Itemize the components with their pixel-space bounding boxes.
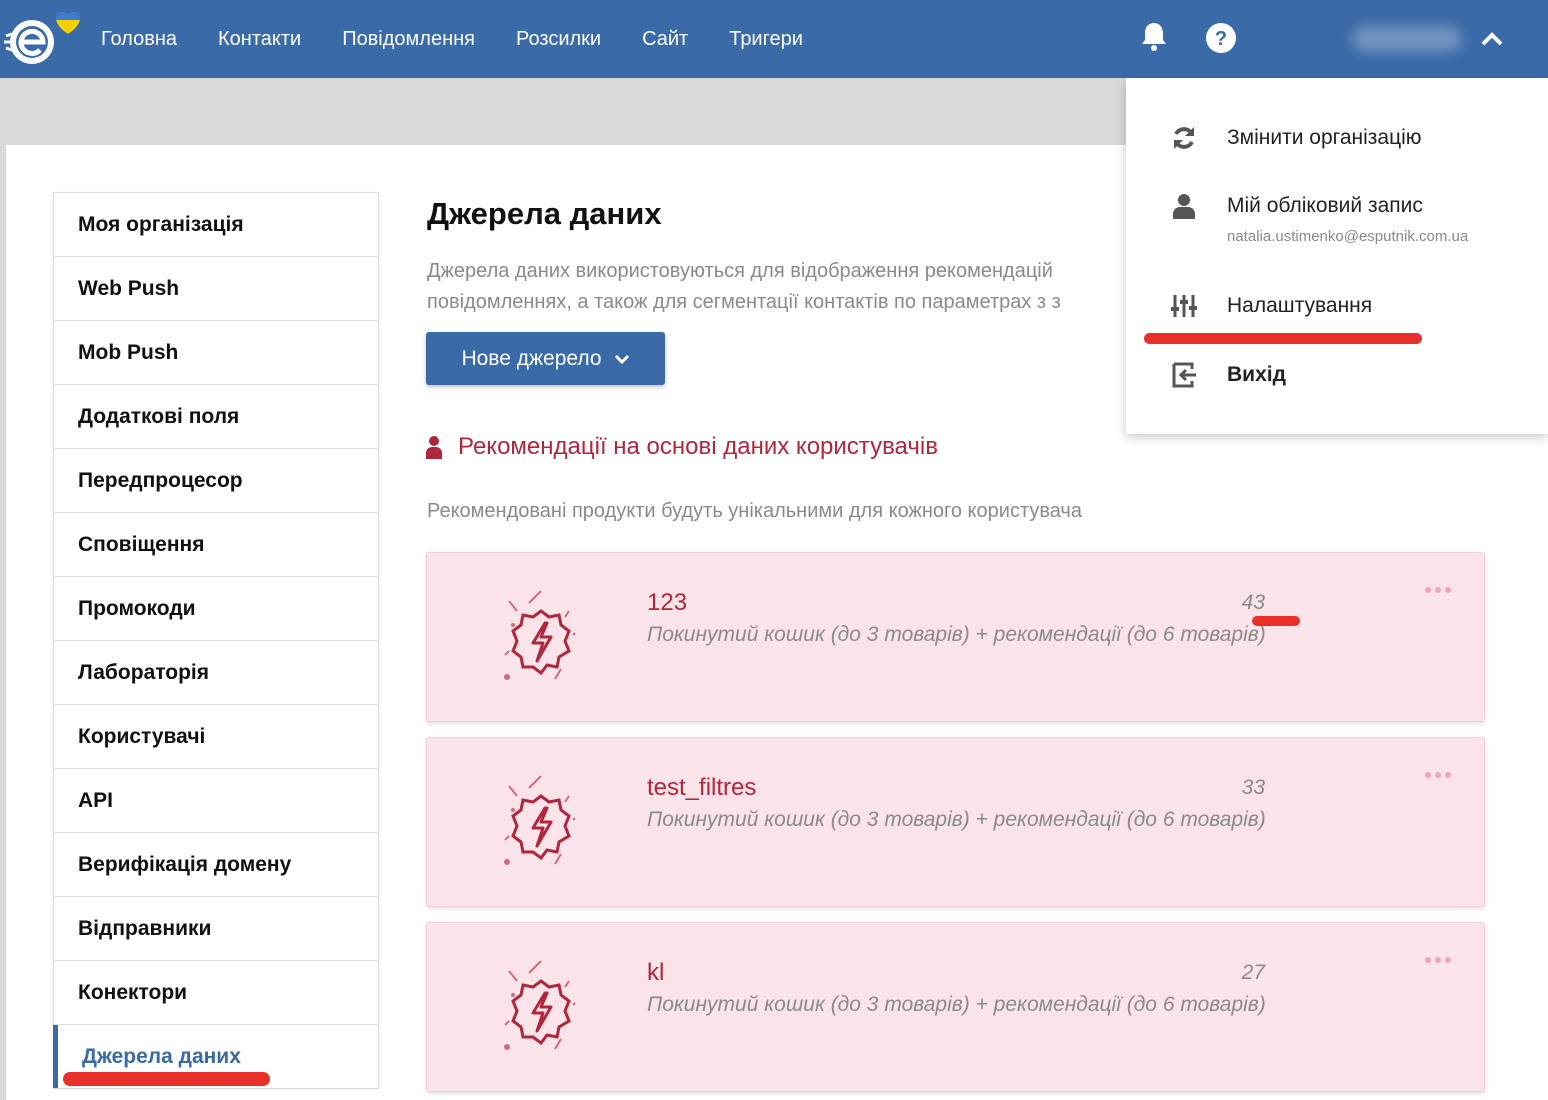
esputnik-logo[interactable] (4, 6, 80, 66)
sidebar-item-laboratory[interactable]: Лабораторія (54, 641, 378, 705)
bell-icon[interactable] (1139, 20, 1169, 52)
sidebar-item-additional-fields[interactable]: Додаткові поля (54, 385, 378, 449)
annotation-underline-sidebar (63, 1072, 270, 1086)
sidebar-item-users[interactable]: Користувачі (54, 705, 378, 769)
source-description: Покинутий кошик (до 3 товарів) + рекомен… (647, 623, 1266, 646)
lightning-badge-icon (504, 960, 576, 1050)
settings-sidebar: Моя організація Web Push Mob Push Додатк… (53, 192, 379, 1089)
main-nav: Головна Контакти Повідомлення Розсилки С… (101, 0, 844, 78)
menu-item-settings[interactable]: Налаштування (1126, 276, 1548, 336)
section-header: Рекомендації на основі даних користувачі… (426, 433, 938, 461)
annotation-underline-count (1252, 616, 1300, 626)
data-source-card[interactable]: test_filtres 33 Покинутий кошик (до 3 то… (426, 737, 1485, 907)
section-subtitle: Рекомендовані продукти будуть унікальним… (427, 500, 1082, 522)
sidebar-item-web-push[interactable]: Web Push (54, 257, 378, 321)
more-icon[interactable] (1424, 770, 1452, 780)
source-name[interactable]: 123 (647, 589, 687, 617)
menu-item-logout[interactable]: Вихід (1126, 345, 1548, 405)
more-icon[interactable] (1424, 955, 1452, 965)
logout-icon (1172, 362, 1196, 388)
source-description: Покинутий кошик (до 3 товарів) + рекомен… (647, 808, 1266, 831)
source-name[interactable]: test_filtres (647, 774, 756, 802)
source-name[interactable]: kl (647, 959, 664, 987)
chevron-down-icon (614, 354, 629, 364)
source-count: 33 (1241, 776, 1265, 799)
more-icon[interactable] (1424, 585, 1452, 595)
lightning-badge-icon (504, 590, 576, 680)
sidebar-item-my-organization[interactable]: Моя організація (54, 193, 378, 257)
menu-item-label: Вихід (1227, 363, 1286, 386)
data-source-card[interactable]: kl 27 Покинутий кошик (до 3 товарів) + р… (426, 922, 1485, 1092)
sidebar-item-senders[interactable]: Відправники (54, 897, 378, 961)
page-description: Джерела даних використовуються для відоб… (427, 256, 1147, 318)
source-description: Покинутий кошик (до 3 товарів) + рекомен… (647, 993, 1266, 1016)
help-icon[interactable]: ? (1205, 22, 1237, 54)
chevron-up-icon[interactable] (1478, 26, 1506, 52)
nav-site[interactable]: Сайт (642, 28, 688, 51)
user-icon (1173, 194, 1195, 219)
section-title: Рекомендації на основі даних користувачі… (458, 433, 938, 460)
source-count: 43 (1241, 591, 1265, 614)
new-source-button[interactable]: Нове джерело (426, 332, 665, 385)
annotation-underline-settings (1144, 333, 1422, 344)
user-icon (426, 436, 442, 459)
nav-triggers[interactable]: Тригери (729, 28, 803, 51)
page-title: Джерела даних (427, 196, 662, 231)
menu-item-change-organization[interactable]: Змінити організацію (1126, 108, 1548, 168)
sidebar-item-preprocessor[interactable]: Передпроцесор (54, 449, 378, 513)
nav-messages[interactable]: Повідомлення (342, 28, 475, 51)
menu-item-label: Мій обліковий запис (1227, 194, 1423, 217)
new-source-button-label: Нове джерело (461, 346, 602, 370)
refresh-icon (1174, 127, 1194, 149)
sidebar-item-notifications[interactable]: Сповіщення (54, 513, 378, 577)
sidebar-item-connectors[interactable]: Конектори (54, 961, 378, 1025)
nav-campaigns[interactable]: Розсилки (516, 28, 601, 51)
menu-item-my-account[interactable]: Мій обліковий запис (1126, 176, 1548, 236)
sidebar-item-api[interactable]: API (54, 769, 378, 833)
top-navbar: Головна Контакти Повідомлення Розсилки С… (0, 0, 1548, 78)
lightning-badge-icon (504, 775, 576, 865)
sidebar-item-promocodes[interactable]: Промокоди (54, 577, 378, 641)
nav-contacts[interactable]: Контакти (218, 28, 301, 51)
sidebar-item-mob-push[interactable]: Mob Push (54, 321, 378, 385)
sidebar-item-domain-verification[interactable]: Верифікація домену (54, 833, 378, 897)
user-dropdown-menu: Змінити організацію Мій обліковий запис … (1126, 78, 1548, 434)
user-name[interactable] (1352, 26, 1462, 52)
data-source-card[interactable]: 123 43 Покинутий кошик (до 3 товарів) + … (426, 552, 1485, 722)
sliders-icon (1171, 295, 1197, 317)
menu-item-label: Налаштування (1227, 294, 1373, 317)
menu-item-label: Змінити організацію (1227, 126, 1422, 149)
svg-text:?: ? (1215, 28, 1227, 50)
source-count: 27 (1241, 961, 1265, 984)
page-description-line-1: Джерела даних використовуються для відоб… (427, 260, 1053, 282)
nav-home[interactable]: Головна (101, 28, 177, 51)
page-description-line-2: повідомленнях, а також для сегментації к… (427, 291, 1061, 313)
account-email: natalia.ustimenko@esputnik.com.ua (1227, 228, 1469, 245)
